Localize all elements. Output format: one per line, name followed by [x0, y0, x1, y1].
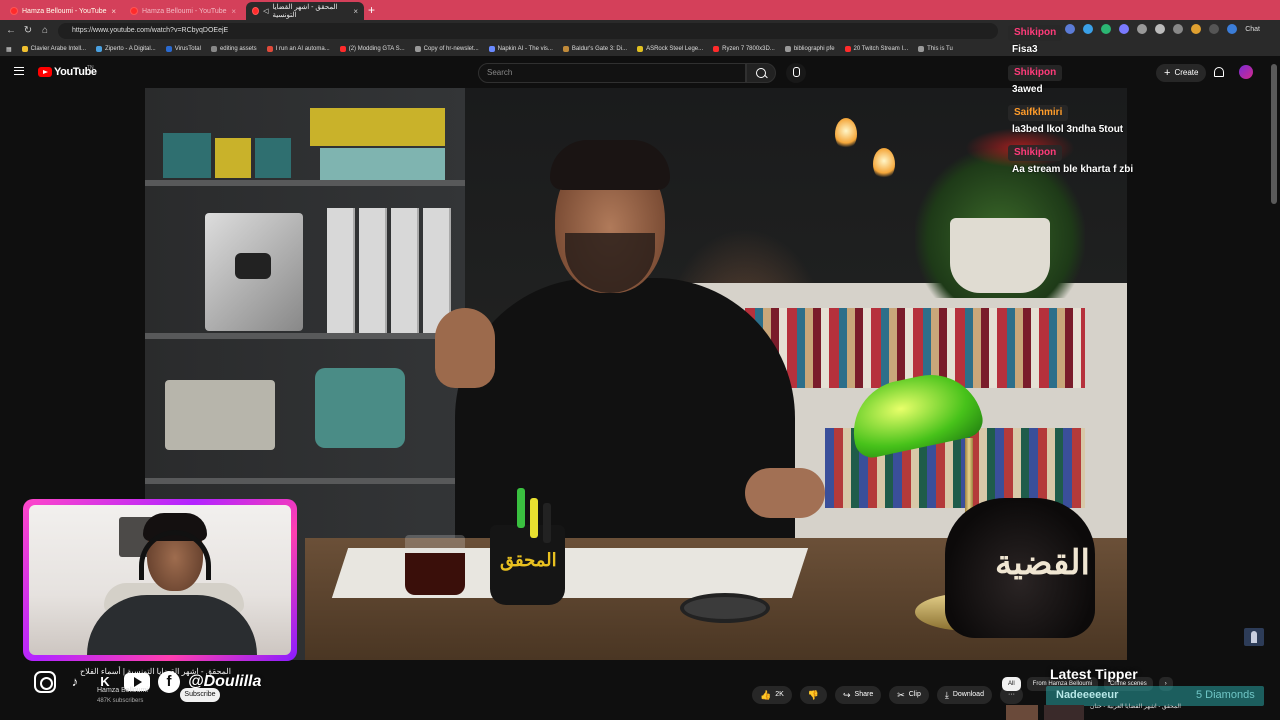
url-input[interactable]: https://www.youtube.com/watch?v=RCbyqDOE… [58, 23, 998, 39]
chat-text: Aa stream ble kharta f zbi [1012, 164, 1134, 175]
chat-text: 3awed [1012, 84, 1043, 95]
recommended-video-thumbnail[interactable] [1044, 705, 1084, 720]
clip-label: Clip [908, 691, 921, 698]
download-icon: ⤓ [944, 690, 949, 700]
download-button[interactable]: ⤓ Download [936, 686, 992, 704]
search-input[interactable]: Search [478, 63, 746, 83]
channel-name[interactable]: Hamza Belloumi [97, 687, 148, 694]
tab-label: المحقق - اشهر القضايا التونسية [272, 4, 338, 19]
chat-username: Shikipon [1008, 25, 1063, 41]
reload-icon[interactable]: ↻ [21, 24, 35, 38]
chat-username: Saifkhmiri [1008, 105, 1069, 121]
download-label: Download [952, 691, 984, 698]
tab-1[interactable]: Hamza Belloumi - YouTube × [4, 2, 122, 20]
search-icon[interactable] [746, 63, 776, 83]
bookmark-item[interactable]: Clavier Arabe Intell... [21, 46, 86, 52]
close-tab-icon[interactable]: × [111, 7, 116, 16]
tab-3-active[interactable]: ◁ المحقق - اشهر القضايا التونسية × [246, 2, 364, 20]
tab-label: Hamza Belloumi - YouTube [22, 7, 107, 15]
new-tab-button[interactable]: + [368, 3, 375, 17]
subscriber-count: 487K subscribers [97, 698, 144, 704]
bookmark-item[interactable]: VirusTotal [165, 46, 201, 52]
facebook-icon: f [158, 671, 180, 693]
youtube-favicon-icon [130, 7, 138, 15]
bookmark-item[interactable]: ASRock Steel Lege... [637, 46, 703, 52]
chat-message: Shikipon 3awed [1008, 62, 1264, 99]
share-arrow-icon: ↪ [843, 690, 851, 700]
chat-text: Fisa3 [1012, 44, 1038, 55]
dislike-button[interactable]: 👎 [799, 686, 827, 704]
youtube-favicon-icon [10, 7, 18, 15]
latest-tipper-name: Nadeeeeeur [1056, 689, 1119, 701]
youtube-favicon-icon [252, 7, 260, 15]
thumbs-up-icon: 👍 [760, 690, 772, 700]
scissors-icon: ✂ [897, 690, 905, 700]
thumbs-down-icon: 👎 [807, 690, 819, 700]
speaker-icon[interactable]: ◁ [263, 7, 268, 15]
chat-text: la3bed lkol 3ndha 5tout [1012, 124, 1124, 135]
voice-search-mic-icon[interactable] [786, 63, 806, 83]
apps-grid-icon[interactable]: ▦ [6, 46, 12, 53]
bookmark-item[interactable]: Ryzen 7 7800x3D... [713, 46, 775, 52]
chat-username: Shikipon [1008, 145, 1063, 161]
browser-tab-bar: Hamza Belloumi - YouTube × Hamza Belloum… [0, 0, 1280, 20]
recommended-video-thumbnail[interactable] [1006, 705, 1038, 720]
close-tab-icon[interactable]: × [231, 7, 236, 16]
home-icon[interactable]: ⌂ [38, 24, 52, 38]
streamer-webcam [23, 499, 297, 661]
bookmark-item[interactable]: This is Tu [918, 46, 953, 52]
country-code: TN [87, 65, 94, 71]
latest-tipper-amount: 5 Diamonds [1196, 689, 1255, 701]
chat-message: Shikipon Fisa3 [1008, 22, 1264, 59]
bookmark-item[interactable]: Baldur's Gate 3: Di... [562, 46, 627, 52]
tab-label: Hamza Belloumi - YouTube [142, 7, 227, 15]
tab-2[interactable]: Hamza Belloumi - YouTube × [124, 2, 242, 20]
latest-tipper-title: Latest Tipper [1050, 666, 1138, 682]
chip-all[interactable]: All [1002, 677, 1021, 691]
page-scrollbar[interactable] [1271, 64, 1277, 204]
back-icon[interactable]: ← [4, 24, 18, 38]
video-actions: 👍 2K 👎 ↪ Share ✂ Clip ⤓ Download ··· [752, 686, 1023, 704]
clip-button[interactable]: ✂ Clip [889, 686, 929, 704]
instagram-icon [34, 671, 56, 693]
bookmark-item[interactable]: Napkin AI - The vis... [488, 46, 553, 52]
recommended-video-title[interactable]: المحقق - اشهر القضايا العربية - حنان [1090, 703, 1181, 710]
share-button[interactable]: ↪ Share [835, 686, 882, 704]
share-label: Share [854, 691, 874, 698]
chat-username: Shikipon [1008, 65, 1063, 81]
bookmark-item[interactable]: bibliographi pfe [784, 46, 835, 52]
menu-hamburger-icon[interactable] [14, 67, 24, 75]
subscribe-button[interactable]: Subscribe [180, 688, 220, 702]
tiktok-icon: ♪ [71, 674, 79, 689]
bookmark-item[interactable]: Copy of hr-newslet... [414, 46, 479, 52]
bookmark-item[interactable]: 20 Twitch Stream I... [844, 46, 908, 52]
bookmark-item[interactable]: Ziperto - A Digital... [96, 46, 156, 52]
like-count: 2K [775, 691, 784, 698]
bookmark-item[interactable]: editing assets [210, 46, 257, 52]
chat-message: Saifkhmiri la3bed lkol 3ndha 5tout [1008, 102, 1264, 139]
bookmark-item[interactable]: I run an AI automa... [266, 46, 330, 52]
youtube-logo-icon[interactable] [38, 67, 52, 77]
stream-chat-overlay: Shikipon Fisa3 Shikipon 3awed Saifkhmiri… [1008, 22, 1264, 182]
close-tab-icon[interactable]: × [353, 7, 358, 16]
show-logo-watermark: القضية [995, 544, 1090, 582]
like-button[interactable]: 👍 2K [752, 686, 792, 704]
chat-message: Shikipon Aa stream ble kharta f zbi [1008, 142, 1264, 179]
bookmark-item[interactable]: (2) Modding GTA S... [339, 46, 405, 52]
miniplayer-icon[interactable] [1244, 628, 1264, 646]
